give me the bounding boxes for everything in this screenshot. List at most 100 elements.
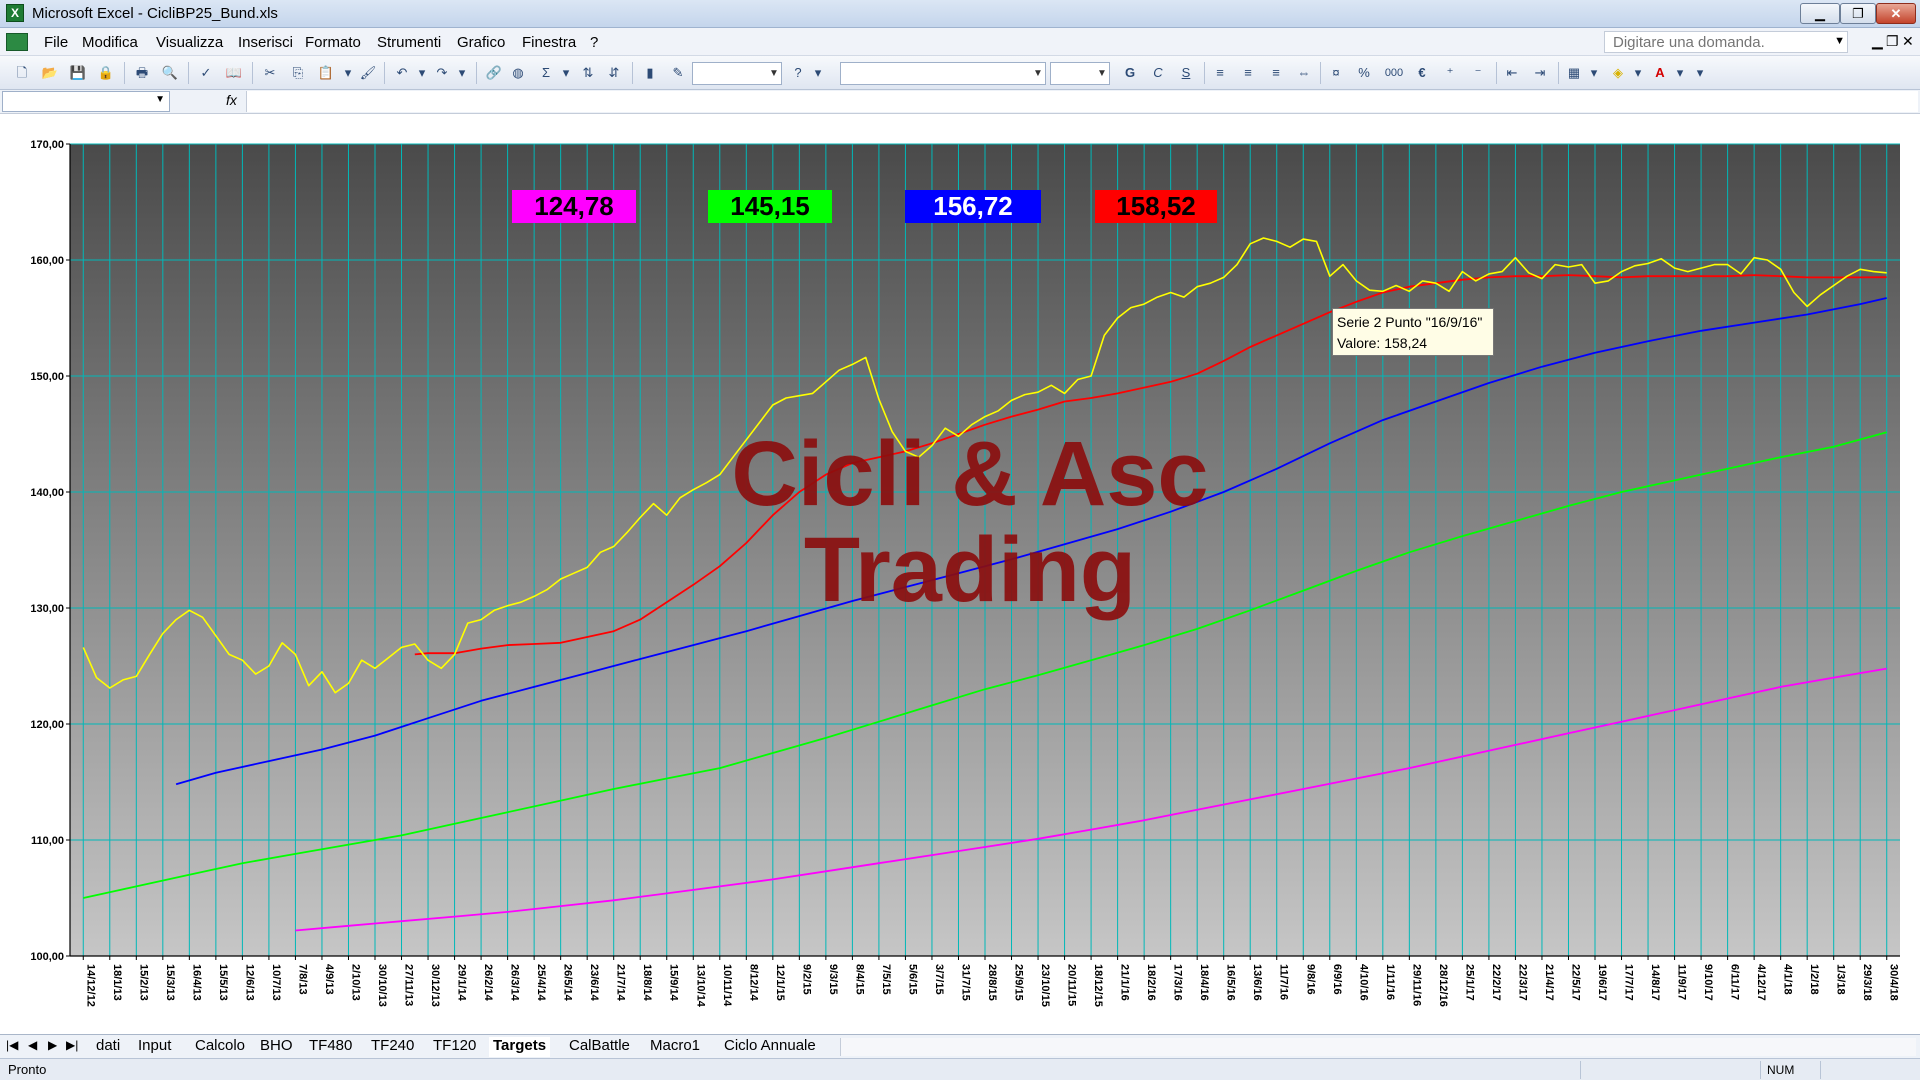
- copy-icon[interactable]: ⎘: [288, 63, 308, 83]
- close-button[interactable]: ✕: [1876, 3, 1916, 24]
- currency-format-icon[interactable]: ¤: [1326, 63, 1346, 83]
- menu-visualizza[interactable]: Visualizza: [156, 34, 223, 51]
- chevron-down-icon[interactable]: ▾: [1670, 63, 1690, 83]
- chevron-down-icon[interactable]: ▼: [1834, 35, 1845, 47]
- help-icon[interactable]: ?: [788, 63, 808, 83]
- chart-wizard-icon[interactable]: ▮: [640, 63, 660, 83]
- name-box[interactable]: ▼: [2, 91, 170, 112]
- borders-icon[interactable]: ▦: [1564, 63, 1584, 83]
- redo-icon[interactable]: ↷: [432, 63, 452, 83]
- menu-modifica[interactable]: Modifica: [82, 34, 138, 51]
- menu-strumenti[interactable]: Strumenti: [377, 34, 441, 51]
- decrease-indent-icon[interactable]: ⇤: [1502, 63, 1522, 83]
- tab-tf120[interactable]: TF120: [429, 1037, 480, 1057]
- menu-help[interactable]: ?: [590, 34, 598, 51]
- tab-ciclo-annuale[interactable]: Ciclo Annuale: [720, 1037, 820, 1057]
- open-folder-icon[interactable]: 📂: [40, 63, 60, 83]
- sort-ascending-icon[interactable]: ⇅: [578, 63, 598, 83]
- new-document-icon[interactable]: 🗋: [12, 63, 32, 83]
- globe-icon[interactable]: ◍: [508, 63, 528, 83]
- menu-formato[interactable]: Formato: [305, 34, 361, 51]
- bold-button[interactable]: G: [1120, 63, 1140, 83]
- tab-calbattle[interactable]: CalBattle: [565, 1037, 634, 1057]
- align-right-icon[interactable]: ≡: [1266, 63, 1286, 83]
- font-color-icon[interactable]: A: [1650, 63, 1670, 83]
- x-tick-label: 17/3/16: [1172, 964, 1184, 1001]
- cut-icon[interactable]: ✂: [260, 63, 280, 83]
- formula-input[interactable]: [246, 91, 1918, 112]
- underline-button[interactable]: S: [1176, 63, 1196, 83]
- menu-inserisci[interactable]: Inserisci: [238, 34, 293, 51]
- first-sheet-icon[interactable]: |◀: [6, 1038, 18, 1052]
- chevron-down-icon[interactable]: ▾: [556, 63, 576, 83]
- excel-app-icon[interactable]: X: [6, 4, 24, 22]
- chevron-down-icon[interactable]: ▾: [1628, 63, 1648, 83]
- doc-restore-icon[interactable]: ❐: [1886, 33, 1899, 50]
- toolbar: 🗋 📂 💾 🔒 🖶 🔍 ✓ 📖 ✂ ⎘ 📋 ▾ 🖌 ↶ ▾ ↷ ▾ 🔗 ◍ Σ …: [0, 56, 1920, 90]
- tab-macro1[interactable]: Macro1: [646, 1037, 704, 1057]
- increase-decimal-icon[interactable]: ⁺: [1440, 63, 1460, 83]
- prev-sheet-icon[interactable]: ◀: [28, 1038, 37, 1052]
- toolbar-options-icon[interactable]: ▾: [808, 63, 828, 83]
- menu-file[interactable]: File: [44, 34, 68, 51]
- chevron-down-icon[interactable]: ▼: [155, 94, 165, 105]
- chevron-down-icon[interactable]: ▼: [1095, 63, 1109, 84]
- tab-bho[interactable]: BHO: [256, 1037, 297, 1057]
- drawing-icon[interactable]: ✎: [668, 63, 688, 83]
- chevron-down-icon[interactable]: ▾: [412, 63, 432, 83]
- insert-function-icon[interactable]: fx: [226, 92, 237, 108]
- doc-close-icon[interactable]: ✕: [1902, 33, 1914, 50]
- chart-sheet[interactable]: 100,00 110,00 120,00 130,00 140,00 150,00 160,…: [0, 114, 1920, 1034]
- autosum-icon[interactable]: Σ: [536, 63, 556, 83]
- sort-descending-icon[interactable]: ⇵: [604, 63, 624, 83]
- x-tick-label: 29/3/18: [1861, 964, 1873, 1001]
- horizontal-scrollbar[interactable]: [840, 1038, 1916, 1056]
- chevron-down-icon[interactable]: ▾: [1584, 63, 1604, 83]
- workbook-icon[interactable]: [6, 33, 28, 51]
- font-name-select[interactable]: ▼: [840, 62, 1046, 85]
- chevron-down-icon[interactable]: ▼: [767, 63, 781, 84]
- print-icon[interactable]: 🖶: [132, 63, 152, 83]
- zoom-select[interactable]: ▼: [692, 62, 782, 85]
- tab-tf240[interactable]: TF240: [367, 1037, 418, 1057]
- fill-color-icon[interactable]: ◈: [1608, 63, 1628, 83]
- doc-minimize-icon[interactable]: ▁: [1872, 33, 1883, 50]
- help-question-input[interactable]: [1605, 32, 1823, 52]
- thousands-button[interactable]: 000: [1380, 63, 1408, 83]
- euro-button[interactable]: €: [1412, 63, 1432, 83]
- chevron-down-icon[interactable]: ▼: [1031, 63, 1045, 84]
- paste-icon[interactable]: 📋: [316, 63, 336, 83]
- permission-icon[interactable]: 🔒: [96, 63, 116, 83]
- print-preview-icon[interactable]: 🔍: [160, 63, 180, 83]
- last-sheet-icon[interactable]: ▶|: [66, 1038, 78, 1052]
- merge-center-icon[interactable]: ⇔: [1294, 63, 1314, 83]
- tab-dati[interactable]: dati: [92, 1037, 124, 1057]
- decrease-decimal-icon[interactable]: ⁻: [1468, 63, 1488, 83]
- spelling-icon[interactable]: ✓: [196, 63, 216, 83]
- chevron-down-icon[interactable]: ▾: [452, 63, 472, 83]
- tab-tf480[interactable]: TF480: [305, 1037, 356, 1057]
- italic-button[interactable]: C: [1148, 63, 1168, 83]
- tab-input[interactable]: Input: [134, 1037, 175, 1057]
- hyperlink-icon[interactable]: 🔗: [484, 63, 504, 83]
- menu-finestra[interactable]: Finestra: [522, 34, 576, 51]
- tab-targets[interactable]: Targets: [489, 1037, 551, 1057]
- align-left-icon[interactable]: ≡: [1210, 63, 1230, 83]
- tab-calcolo[interactable]: Calcolo: [191, 1037, 249, 1057]
- menu-grafico[interactable]: Grafico: [457, 34, 505, 51]
- undo-icon[interactable]: ↶: [392, 63, 412, 83]
- format-painter-icon[interactable]: 🖌: [358, 63, 378, 83]
- percent-button[interactable]: %: [1354, 63, 1374, 83]
- save-icon[interactable]: 💾: [68, 63, 88, 83]
- minimize-button[interactable]: ▁: [1800, 3, 1840, 24]
- toolbar-options-icon[interactable]: ▾: [1690, 63, 1710, 83]
- next-sheet-icon[interactable]: ▶: [48, 1038, 57, 1052]
- increase-indent-icon[interactable]: ⇥: [1530, 63, 1550, 83]
- align-center-icon[interactable]: ≡: [1238, 63, 1258, 83]
- font-size-select[interactable]: ▼: [1050, 62, 1110, 85]
- target-value-red: 158,52: [1095, 190, 1217, 223]
- help-question-box[interactable]: ▼: [1604, 31, 1848, 53]
- chevron-down-icon[interactable]: ▾: [338, 63, 358, 83]
- research-icon[interactable]: 📖: [224, 63, 244, 83]
- restore-button[interactable]: ❐: [1840, 3, 1876, 24]
